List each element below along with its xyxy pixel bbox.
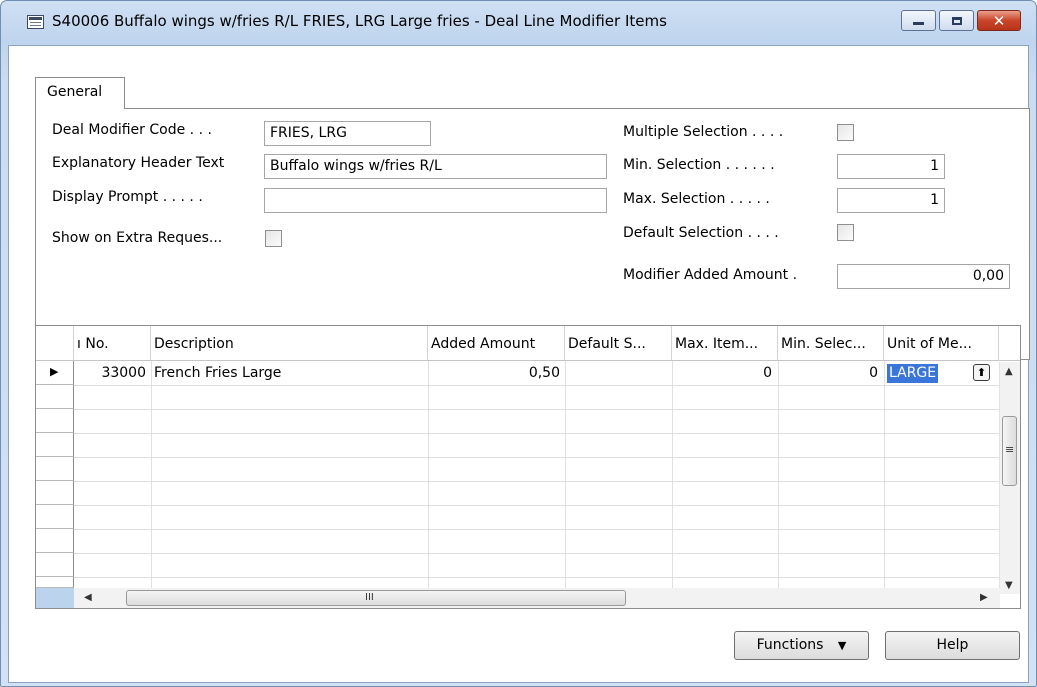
grid-line — [74, 457, 999, 458]
current-row-indicator-icon: ▶ — [50, 365, 59, 378]
tab-general[interactable]: General — [35, 77, 125, 109]
multiple-selection-label: Multiple Selection . . . . — [623, 124, 784, 140]
multiple-selection-checkbox[interactable] — [837, 124, 854, 141]
grid-line — [565, 361, 566, 588]
modifier-added-amount-label: Modifier Added Amount . — [623, 267, 798, 283]
row-selector[interactable] — [36, 385, 74, 409]
title-bar[interactable]: S40006 Buffalo wings w/fries R/L FRIES, … — [1, 1, 1036, 45]
display-prompt-label: Display Prompt . . . . . — [52, 189, 203, 205]
explanatory-header-text-label: Explanatory Header Text — [52, 155, 225, 171]
scroll-right-icon[interactable]: ▶ — [980, 592, 988, 603]
grip-icon: III — [365, 592, 374, 603]
cell-max-item[interactable]: 0 — [672, 365, 772, 381]
cell-description[interactable]: French Fries Large — [154, 365, 281, 381]
scroll-down-icon[interactable]: ▼ — [1005, 580, 1013, 591]
cell-min-selection[interactable]: 0 — [778, 365, 878, 381]
explanatory-header-text-field[interactable]: Buffalo wings w/fries R/L — [264, 154, 607, 179]
row-selector-header — [36, 326, 74, 360]
window-title: S40006 Buffalo wings w/fries R/L FRIES, … — [52, 12, 667, 30]
dropdown-arrow-icon: ▼ — [837, 639, 847, 652]
grid-line — [74, 409, 999, 410]
grid-line — [74, 481, 999, 482]
close-button[interactable]: ✕ — [977, 10, 1021, 31]
up-arrow-lookup-icon: ⬆ — [976, 366, 987, 379]
default-selection-checkbox[interactable] — [837, 224, 854, 241]
help-button[interactable]: Help — [885, 631, 1020, 660]
vertical-scrollbar[interactable]: ▲ ≡ ▼ — [999, 362, 1020, 594]
window: S40006 Buffalo wings w/fries R/L FRIES, … — [0, 0, 1037, 687]
horizontal-scroll-thumb[interactable]: III — [126, 590, 626, 606]
close-icon: ✕ — [992, 11, 1006, 30]
vertical-scroll-thumb[interactable]: ≡ — [1002, 416, 1017, 486]
grid-line — [74, 577, 999, 578]
grid-line — [151, 361, 152, 588]
column-header-description[interactable]: Description — [151, 326, 428, 360]
grid-line — [428, 361, 429, 588]
cell-unit-of-measure[interactable]: LARGE — [887, 364, 939, 383]
grid-line — [74, 433, 999, 434]
row-selector[interactable] — [36, 433, 74, 457]
show-on-extra-request-checkbox[interactable] — [265, 230, 282, 247]
row-selector[interactable] — [36, 505, 74, 529]
maximize-button[interactable] — [939, 10, 974, 31]
grid-line — [884, 361, 885, 588]
modifier-added-amount-field[interactable]: 0,00 — [837, 264, 1010, 289]
horizontal-scrollbar[interactable]: ◀ III ▶ — [74, 588, 1000, 608]
tab-general-label: General — [47, 84, 103, 100]
lookup-button[interactable]: ⬆ — [973, 364, 990, 381]
functions-button-label: Functions — [756, 637, 824, 653]
scroll-up-icon[interactable]: ▲ — [1005, 366, 1013, 377]
minimize-button[interactable] — [901, 10, 936, 31]
column-header-max-item[interactable]: Max. Item... — [672, 326, 778, 360]
grid-corner — [36, 588, 74, 608]
row-selector[interactable] — [36, 577, 74, 588]
scroll-left-icon[interactable]: ◀ — [84, 592, 92, 603]
column-header-no[interactable]: ı No. — [74, 326, 151, 360]
lines-grid[interactable]: ı No. Description Added Amount Default S… — [35, 325, 1021, 609]
default-selection-label: Default Selection . . . . — [623, 225, 779, 241]
min-selection-label: Min. Selection . . . . . . — [623, 157, 775, 173]
grid-line — [778, 361, 779, 588]
max-selection-label: Max. Selection . . . . . — [623, 191, 770, 207]
grip-icon: ≡ — [1005, 443, 1015, 456]
grid-header: ı No. Description Added Amount Default S… — [36, 326, 1020, 361]
grid-line — [74, 529, 999, 530]
grid-line — [74, 385, 999, 386]
deal-modifier-code-field[interactable]: FRIES, LRG — [264, 121, 431, 146]
table-icon — [27, 15, 44, 29]
grid-line — [74, 553, 999, 554]
min-selection-field[interactable]: 1 — [837, 154, 945, 179]
row-selector[interactable] — [36, 481, 74, 505]
cell-added-amount[interactable]: 0,50 — [428, 365, 560, 381]
row-selector[interactable]: ▶ — [36, 361, 74, 385]
general-panel: Deal Modifier Code . . . FRIES, LRG Expl… — [35, 108, 1030, 360]
grid-line — [74, 505, 999, 506]
column-header-default-selection[interactable]: Default S... — [565, 326, 672, 360]
column-header-min-selection[interactable]: Min. Selec... — [778, 326, 884, 360]
functions-button[interactable]: Functions ▼ — [734, 631, 869, 660]
row-selector[interactable] — [36, 457, 74, 481]
cell-no[interactable]: 33000 — [96, 365, 146, 381]
maximize-icon — [940, 11, 973, 30]
display-prompt-field[interactable] — [264, 188, 607, 213]
row-selector[interactable] — [36, 409, 74, 433]
grid-line — [672, 361, 673, 588]
column-header-unit-of-measure[interactable]: Unit of Me... — [884, 326, 999, 360]
column-header-added-amount[interactable]: Added Amount — [428, 326, 565, 360]
row-selector[interactable] — [36, 529, 74, 553]
deal-modifier-code-label: Deal Modifier Code . . . — [52, 122, 212, 138]
row-selector[interactable] — [36, 553, 74, 577]
help-button-label: Help — [936, 637, 969, 653]
max-selection-field[interactable]: 1 — [837, 188, 945, 213]
show-on-extra-request-label: Show on Extra Reques... — [52, 230, 223, 246]
minimize-icon — [902, 11, 935, 30]
